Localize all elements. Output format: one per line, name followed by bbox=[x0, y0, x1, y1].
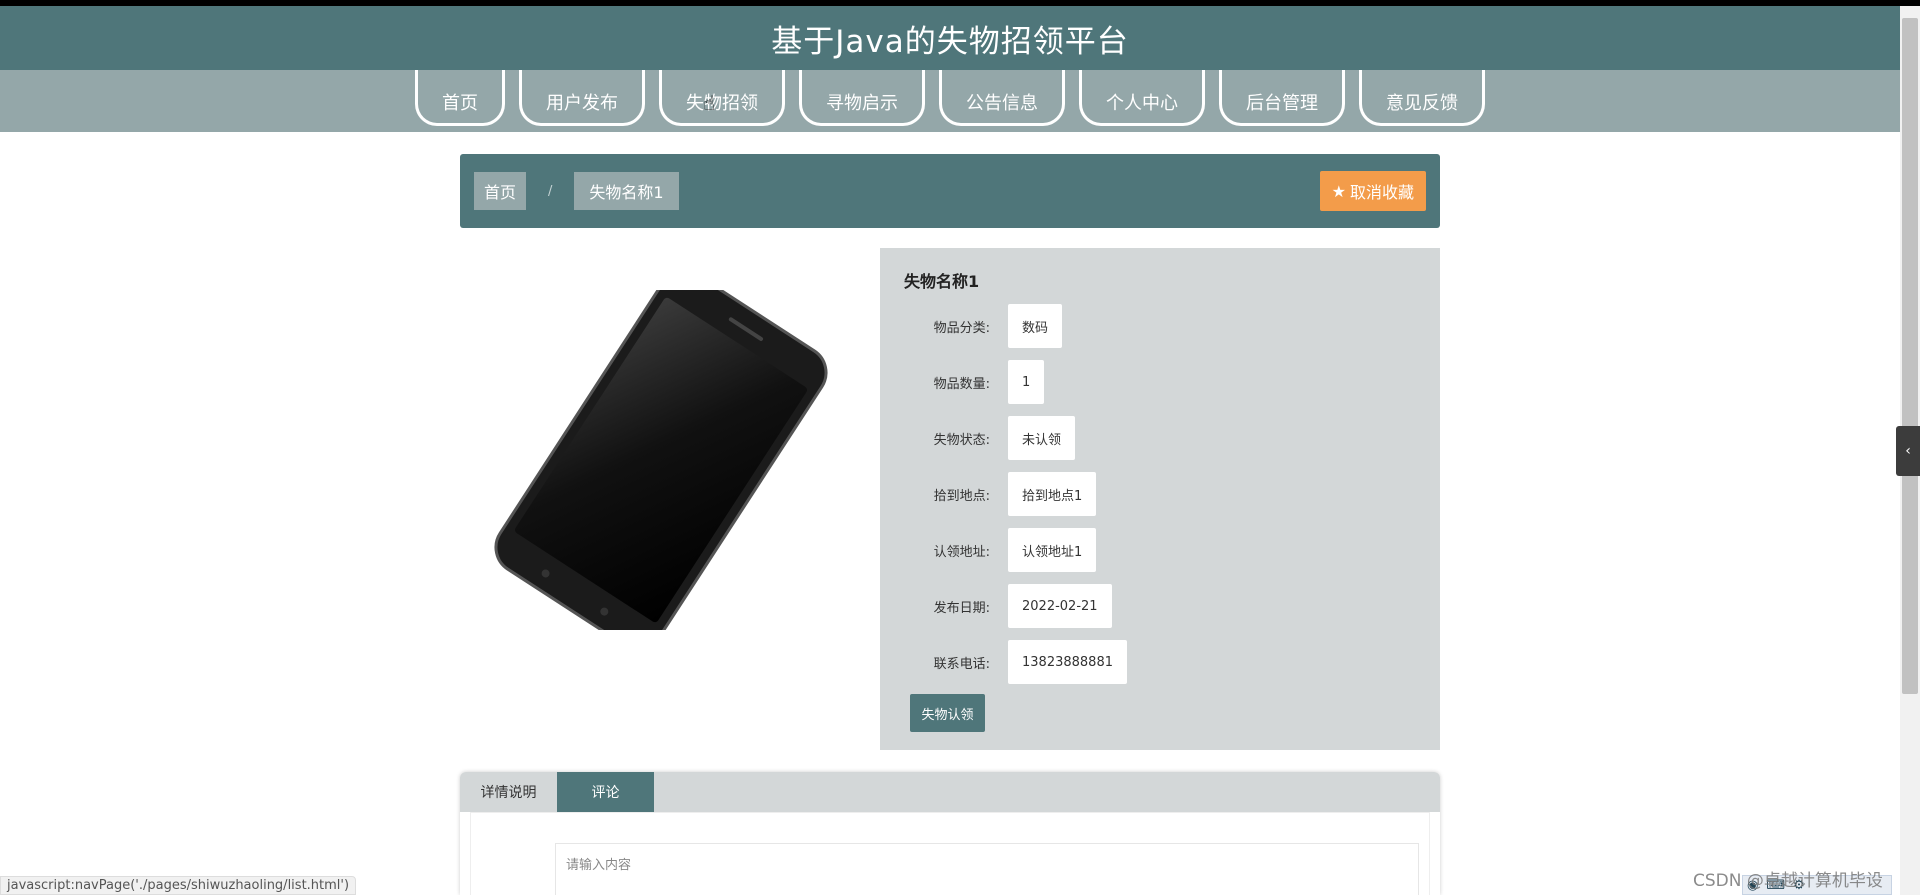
breadcrumb-current: 失物名称1 bbox=[574, 172, 679, 210]
field-label: 发布日期: bbox=[933, 600, 990, 616]
nav-item-personal-center[interactable]: 个人中心 bbox=[1079, 70, 1205, 126]
breadcrumb: 首页 / 失物名称1 ★ 取消收藏 bbox=[460, 154, 1440, 228]
field-found-location: 拾到地点: 拾到地点1 bbox=[904, 472, 1440, 516]
item-detail-panel: 失物名称1 物品分类: 数码 物品数量: 1 失物状态: 未认领 拾到地点: 拾… bbox=[880, 248, 1440, 750]
field-value: 未认领 bbox=[1008, 416, 1076, 460]
watermark: CSDN @卓越计算机毕设 bbox=[1693, 871, 1883, 891]
hand-cursor-icon: ☝ bbox=[703, 91, 716, 115]
item-photo bbox=[494, 290, 828, 630]
field-label: 失物状态: bbox=[933, 432, 990, 448]
star-icon: ★ bbox=[1331, 181, 1346, 201]
field-value: 13823888881 bbox=[1008, 640, 1127, 684]
collapse-sidebar-button[interactable]: ‹ bbox=[1896, 426, 1920, 476]
main-nav: 首页 用户发布 失物招领 寻物启示 公告信息 个人中心 后台管理 意见反馈 bbox=[0, 70, 1900, 132]
breadcrumb-separator: / bbox=[548, 183, 553, 199]
item-title: 失物名称1 bbox=[904, 272, 980, 291]
site-header: 基于Java的失物招领平台 bbox=[0, 6, 1900, 70]
field-publish-date: 发布日期: 2022-02-21 bbox=[904, 584, 1440, 628]
detail-tabs: 详情说明 评论 bbox=[460, 772, 1440, 895]
nav-item-announcements[interactable]: 公告信息 bbox=[939, 70, 1065, 126]
nav-item-lost-found[interactable]: 失物招领 bbox=[659, 70, 785, 126]
site-title: 基于Java的失物招领平台 bbox=[771, 23, 1129, 60]
field-quantity: 物品数量: 1 bbox=[904, 360, 1440, 404]
field-category: 物品分类: 数码 bbox=[904, 304, 1440, 348]
nav-item-home[interactable]: 首页 bbox=[415, 70, 505, 126]
field-value: 拾到地点1 bbox=[1008, 472, 1097, 516]
field-value: 2022-02-21 bbox=[1008, 584, 1112, 628]
nav-item-admin[interactable]: 后台管理 bbox=[1219, 70, 1345, 126]
field-label: 联系电话: bbox=[933, 656, 990, 672]
chevron-left-icon: ‹ bbox=[1905, 443, 1911, 459]
field-value: 数码 bbox=[1008, 304, 1063, 348]
field-phone: 联系电话: 13823888881 bbox=[904, 640, 1440, 684]
field-label: 认领地址: bbox=[933, 544, 990, 560]
tab-content bbox=[470, 812, 1430, 895]
field-label: 物品分类: bbox=[933, 320, 990, 336]
nav-item-feedback[interactable]: 意见反馈 bbox=[1359, 70, 1485, 126]
field-value: 1 bbox=[1008, 360, 1045, 404]
field-status: 失物状态: 未认领 bbox=[904, 416, 1440, 460]
nav-item-search-notice[interactable]: 寻物启示 bbox=[799, 70, 925, 126]
nav-item-user-publish[interactable]: 用户发布 bbox=[519, 70, 645, 126]
unfavorite-button[interactable]: ★ 取消收藏 bbox=[1319, 171, 1426, 211]
comment-input[interactable] bbox=[555, 843, 1419, 895]
tab-comments[interactable]: 评论 bbox=[557, 772, 654, 812]
breadcrumb-home[interactable]: 首页 bbox=[474, 172, 527, 210]
tab-description[interactable]: 详情说明 bbox=[460, 772, 557, 812]
tab-bar: 详情说明 评论 bbox=[460, 772, 1440, 812]
field-value: 认领地址1 bbox=[1008, 528, 1097, 572]
claim-item-button[interactable]: 失物认领 bbox=[910, 694, 985, 732]
field-label: 拾到地点: bbox=[933, 488, 990, 504]
scrollbar-thumb[interactable] bbox=[1902, 18, 1918, 694]
field-claim-address: 认领地址: 认领地址1 bbox=[904, 528, 1440, 572]
field-label: 物品数量: bbox=[933, 376, 990, 392]
unfavorite-button-label: 取消收藏 bbox=[1349, 183, 1414, 202]
status-bar-url: javascript:navPage('./pages/shiwuzhaolin… bbox=[0, 876, 357, 895]
